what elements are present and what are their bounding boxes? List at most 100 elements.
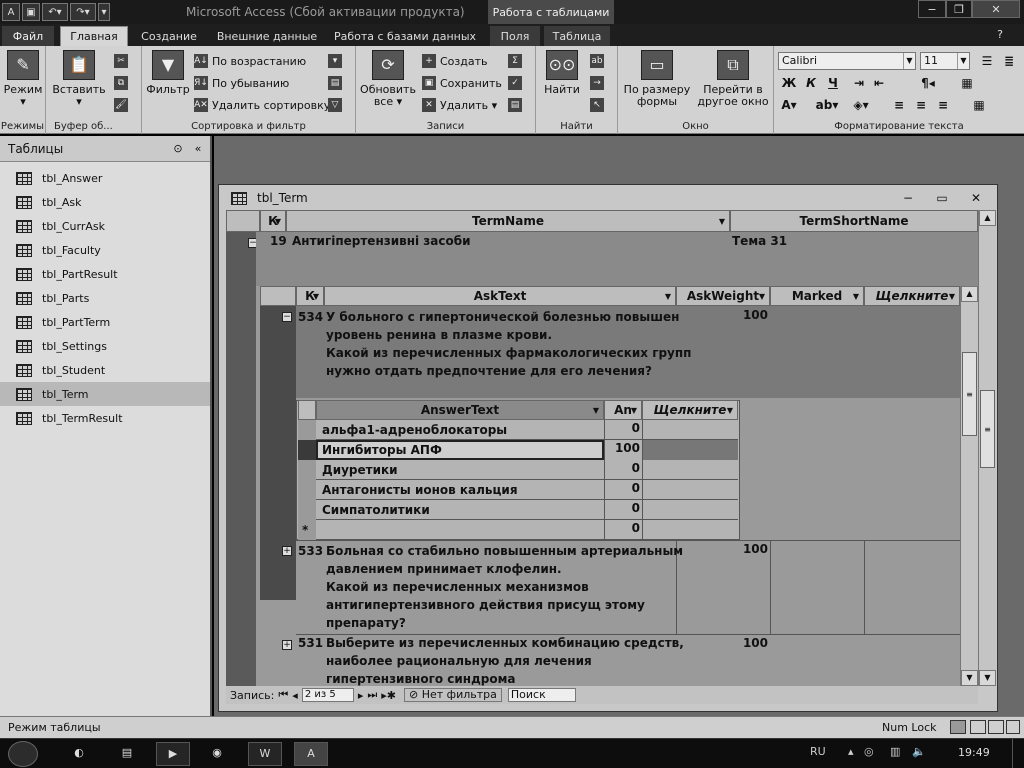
ask-text-line[interactable]: наиболее рациональную для лечения	[326, 652, 592, 670]
column-header-click-to-add[interactable]: Щелкните ▼	[642, 400, 738, 420]
tab-database-tools[interactable]: Работа с базами данных	[332, 26, 478, 46]
access-app-icon[interactable]: A	[2, 3, 20, 21]
tab-external-data[interactable]: Внешние данные	[212, 26, 322, 46]
replace-button[interactable]: ab	[590, 52, 608, 70]
refresh-all-button[interactable]: ⟳ Обновить все ▾	[360, 50, 416, 108]
filter-button[interactable]: ▼ Фильтр	[144, 50, 192, 96]
answer-value-cell[interactable]: 0	[604, 481, 642, 495]
record-selector-column[interactable]	[226, 232, 256, 686]
italic-button[interactable]: К	[802, 74, 820, 92]
scroll-down-icon[interactable]: ▼	[979, 670, 996, 686]
view-mode-button[interactable]: ✎ Режим ▾	[0, 50, 46, 108]
fill-color-button[interactable]: ◈▾	[848, 96, 874, 114]
nav-item-tbl-student[interactable]: tbl_Student	[0, 358, 210, 382]
ask-text-line[interactable]: препарату?	[326, 614, 406, 632]
ask-text-line[interactable]: Какой из перечисленных механизмов	[326, 578, 589, 596]
gridlines-button[interactable]: ▦	[958, 74, 976, 92]
nav-item-tbl-currask[interactable]: tbl_CurrAsk	[0, 214, 210, 238]
column-header-click-to-add[interactable]: Щелкните ▼	[864, 286, 960, 306]
ask-weight-cell[interactable]: 100	[676, 308, 770, 322]
media-player-icon[interactable]: ▶	[156, 742, 190, 766]
show-desktop-button[interactable]	[1012, 739, 1024, 768]
nav-pane-menu-icon[interactable]: ⊙	[170, 141, 186, 157]
answer-text-cell[interactable]: Диуретики	[322, 461, 398, 479]
new-record-row[interactable]	[316, 520, 738, 540]
answer-text-cell[interactable]: Ингибиторы АПФ	[322, 441, 442, 459]
selection-filter-button[interactable]: ▾	[328, 52, 346, 70]
switch-windows-button[interactable]: ⧉ Перейти в другое окно	[696, 50, 770, 108]
save-record-button[interactable]: ▣ Сохранить	[422, 74, 502, 92]
expand-subdatasheet-icon[interactable]: +	[282, 640, 292, 650]
tab-create[interactable]: Создание	[134, 26, 204, 46]
font-color-button[interactable]: A▾	[780, 96, 798, 114]
more-records-button[interactable]: ▤	[508, 96, 526, 114]
tab-table[interactable]: Таблица	[544, 26, 610, 46]
advanced-filter-button[interactable]: ▤	[328, 74, 346, 92]
last-record-icon[interactable]: ⏭	[367, 688, 377, 702]
previous-record-icon[interactable]: ◂	[292, 689, 298, 702]
answer-value-cell[interactable]: 0	[604, 421, 642, 435]
format-painter-button[interactable]: 🖌	[114, 96, 132, 114]
answer-value-cell[interactable]: 0	[604, 461, 642, 475]
ask-text-line[interactable]: уровень ренина в плазме крови.	[326, 326, 552, 344]
pivot-table-view-icon[interactable]	[970, 720, 986, 734]
paragraph-direction-button[interactable]: ¶◂	[910, 74, 946, 92]
doc-restore-button[interactable]: ▭	[933, 189, 951, 207]
ribbon-help-icon[interactable]: ?	[992, 28, 1008, 44]
answer-value-cell[interactable]: 0	[604, 501, 642, 515]
bold-button[interactable]: Ж	[780, 74, 798, 92]
nav-item-tbl-parts[interactable]: tbl_Parts	[0, 286, 210, 310]
ask-text-line[interactable]: Больная со стабильно повышенным артериал…	[326, 542, 683, 560]
maximize-button[interactable]: ❐	[946, 0, 972, 18]
new-record-button[interactable]: + Создать	[422, 52, 488, 70]
collapse-subdatasheet-icon[interactable]: −	[282, 312, 292, 322]
column-header-answernum[interactable]: An ▼	[604, 400, 642, 420]
tab-fields[interactable]: Поля	[490, 26, 540, 46]
outdent-button[interactable]: ⇤	[870, 74, 888, 92]
tray-app-icon[interactable]: ◎	[864, 745, 874, 758]
ask-text-line[interactable]: Выберите из перечисленных комбинацию сре…	[326, 634, 684, 652]
column-header-asktext[interactable]: AskText ▼	[324, 286, 676, 306]
access-taskbar-icon[interactable]: A	[294, 742, 328, 766]
undo-icon[interactable]: ↶▾	[42, 3, 68, 21]
scroll-thumb[interactable]: ≡	[962, 352, 977, 436]
nav-item-tbl-answer[interactable]: tbl_Answer	[0, 166, 210, 190]
remove-sort-button[interactable]: A✕ Удалить сортировку	[194, 96, 330, 114]
underline-button[interactable]: Ч	[824, 74, 842, 92]
font-name-select[interactable]: Calibri ▼	[778, 52, 916, 70]
ask-weight-cell[interactable]: 100	[676, 542, 770, 556]
sort-descending-button[interactable]: Я↓ По убыванию	[194, 74, 289, 92]
term-name-cell[interactable]: Антигіпертензивні засоби	[292, 232, 471, 250]
ask-id-cell[interactable]: 533	[298, 542, 323, 560]
nav-item-tbl-term[interactable]: tbl_Term	[0, 382, 210, 406]
start-button[interactable]	[8, 741, 38, 767]
totals-button[interactable]: Σ	[508, 52, 526, 70]
minimize-button[interactable]: −	[918, 0, 946, 18]
current-record-field[interactable]: 2 из 5	[301, 688, 354, 702]
select-all-corner[interactable]	[226, 210, 260, 232]
spelling-button[interactable]: ✓	[508, 74, 526, 92]
column-header-key[interactable]: К ▼	[296, 286, 324, 306]
close-button[interactable]: ✕	[972, 0, 1020, 18]
ask-weight-cell[interactable]: 100	[676, 636, 770, 650]
bullets-button[interactable]: ☰	[978, 52, 996, 70]
ask-id-cell[interactable]: 531	[298, 634, 323, 652]
column-header-askweight[interactable]: AskWeight ▼	[676, 286, 770, 306]
nav-item-tbl-termresult[interactable]: tbl_TermResult	[0, 406, 210, 430]
ask-text-line[interactable]: Какой из перечисленных фармакологических…	[326, 344, 691, 362]
sort-ascending-button[interactable]: A↓ По возрастанию	[194, 52, 306, 70]
pivot-chart-view-icon[interactable]	[988, 720, 1004, 734]
nav-item-tbl-partresult[interactable]: tbl_PartResult	[0, 262, 210, 286]
datasheet-view-icon[interactable]	[950, 720, 966, 734]
nav-item-tbl-faculty[interactable]: tbl_Faculty	[0, 238, 210, 262]
ask-text-line[interactable]: нужно отдать предпочтение для его лечени…	[326, 362, 652, 380]
nav-item-tbl-partterm[interactable]: tbl_PartTerm	[0, 310, 210, 334]
select-button[interactable]: ↖	[590, 96, 608, 114]
ask-id-cell[interactable]: 534	[298, 308, 323, 326]
goto-button[interactable]: →	[590, 74, 608, 92]
delete-record-button[interactable]: ✕ Удалить ▾	[422, 96, 497, 114]
redo-icon[interactable]: ↷▾	[70, 3, 96, 21]
tab-home[interactable]: Главная	[60, 26, 128, 46]
app-icon[interactable]: ◉	[200, 742, 234, 766]
answer-text-cell[interactable]: Симпатолитики	[322, 501, 430, 519]
